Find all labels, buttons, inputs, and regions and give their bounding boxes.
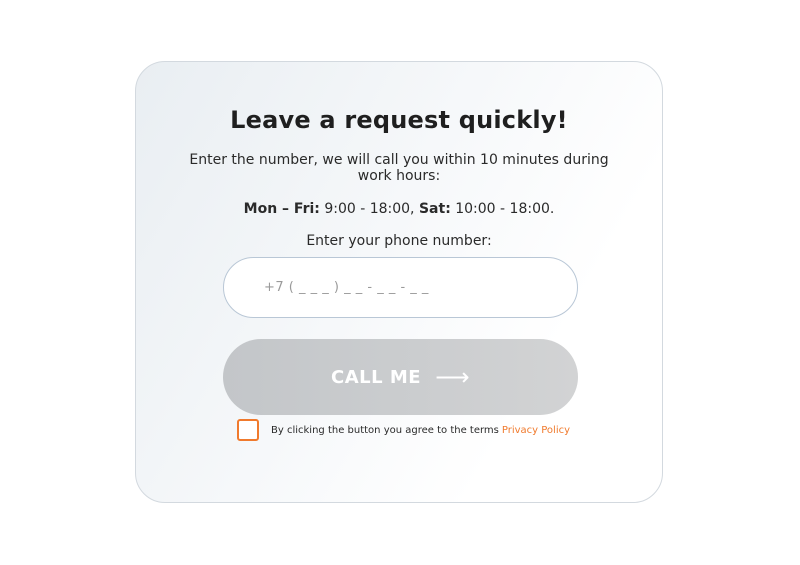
weekdays-time: 9:00 - 18:00, <box>319 201 419 217</box>
call-me-button[interactable]: CALL ME ⟶ <box>223 339 578 415</box>
saturday-time: 10:00 - 18:00. <box>450 201 555 217</box>
form-description: Enter the number, we will call you withi… <box>189 152 609 184</box>
saturday-label: Sat: <box>418 201 451 217</box>
work-hours: Mon – Fri: 9:00 - 18:00, Sat: 10:00 - 18… <box>136 201 662 217</box>
privacy-policy-link[interactable]: Privacy Policy <box>502 425 570 436</box>
form-title: Leave a request quickly! <box>230 106 568 134</box>
agree-text: By clicking the button you agree to the … <box>271 424 499 436</box>
privacy-agreement: By clicking the button you agree to the … <box>237 418 570 442</box>
phone-label: Enter your phone number: <box>306 233 492 249</box>
call-me-label: CALL ME <box>331 366 422 388</box>
request-form-card: Leave a request quickly! Enter the numbe… <box>135 61 663 503</box>
weekdays-label: Mon – Fri: <box>243 201 320 217</box>
arrow-right-icon: ⟶ <box>435 363 470 391</box>
phone-input[interactable] <box>223 257 578 318</box>
agree-checkbox[interactable] <box>237 419 259 441</box>
